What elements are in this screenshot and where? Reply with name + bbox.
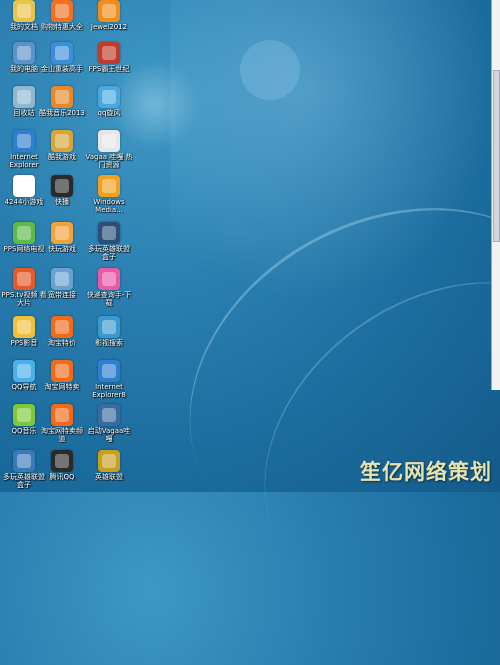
app-icon	[98, 0, 120, 22]
desktop-icon[interactable]: 淘宝特价	[38, 316, 86, 360]
desktop-icon-label: 购物特惠大全	[41, 23, 83, 31]
app-icon	[98, 360, 120, 382]
app-icon	[98, 268, 120, 290]
desktop-icon-label: Internet Explorer8	[92, 383, 126, 399]
desktop-icon[interactable]: 淘宝网特卖	[38, 360, 86, 404]
app-icon	[51, 0, 73, 22]
desktop-icon-label: 宽带连接	[48, 291, 76, 299]
watermark: 笙亿网络策划	[360, 460, 492, 484]
desktop-icon[interactable]: 英雄联盟	[85, 450, 133, 494]
app-icon	[13, 404, 35, 426]
desktop-icon[interactable]: Windows Media...	[85, 175, 133, 219]
desktop-icon-label: 多玩英雄联盟盒子	[88, 245, 130, 261]
desktop-icon[interactable]: 快玩游戏	[38, 222, 86, 266]
desktop-icon-label: 快玩游戏	[48, 245, 76, 253]
desktop-icon-label: 金山重装高手	[41, 65, 83, 73]
app-icon	[13, 130, 35, 152]
app-icon	[13, 316, 35, 338]
desktop-icon[interactable]: 快播	[38, 175, 86, 219]
desktop-icon[interactable]: 启动Vagaa哇嘎	[85, 404, 133, 448]
desktop-icon-label: 酷我游戏	[48, 153, 76, 161]
app-icon	[51, 86, 73, 108]
desktop-icon-label: 淘宝网特卖频道	[41, 427, 83, 443]
desktop-icon[interactable]: Jewel2012	[85, 0, 133, 44]
app-icon	[13, 268, 35, 290]
desktop-icon[interactable]: 腾讯QQ	[38, 450, 86, 494]
desktop-icon-label: 英雄联盟	[95, 473, 123, 481]
app-icon	[13, 222, 35, 244]
desktop-icon[interactable]: 影视搜索	[85, 316, 133, 360]
desktop-icon-label: 淘宝网特卖	[44, 383, 80, 391]
app-icon	[13, 86, 35, 108]
app-icon	[98, 404, 120, 426]
desktop-icon-label: Windows Media...	[93, 198, 125, 214]
desktop-icon-label: 快播	[55, 198, 69, 206]
desktop-icon[interactable]: 金山重装高手	[38, 42, 86, 86]
app-icon	[98, 222, 120, 244]
window-edge	[491, 0, 500, 390]
desktop-icon[interactable]: 购物特惠大全	[38, 0, 86, 44]
app-icon	[98, 316, 120, 338]
desktop-icon[interactable]: 酷我游戏	[38, 130, 86, 174]
app-icon	[13, 450, 35, 472]
desktop-icon-label: 启动Vagaa哇嘎	[87, 427, 131, 443]
desktop-icon-label: FPS霸王世纪	[88, 65, 130, 73]
desktop-icon-label: 酷我音乐2013	[39, 109, 85, 117]
desktop-icon-label: Jewel2012	[90, 23, 128, 31]
app-icon	[51, 42, 73, 64]
app-icon	[13, 0, 35, 22]
app-icon	[13, 42, 35, 64]
desktop-icon[interactable]: 酷我音乐2013	[38, 86, 86, 130]
app-icon	[51, 268, 73, 290]
app-icon	[51, 450, 73, 472]
app-icon	[13, 175, 35, 197]
app-icon	[98, 130, 120, 152]
app-icon	[98, 450, 120, 472]
desktop-icon-label: 快递查询手-下载	[86, 291, 132, 307]
desktop-icon[interactable]: Internet Explorer8	[85, 360, 133, 404]
desktop-icon[interactable]: Vagaa 哇嘎 热门资源	[85, 130, 133, 174]
desktop-icon-label: qq旋风	[97, 109, 121, 117]
app-icon	[98, 86, 120, 108]
desktop-icon-label: Vagaa 哇嘎 热门资源	[85, 153, 133, 169]
desktop-icon[interactable]: qq旋风	[85, 86, 133, 130]
desktop-icon[interactable]: FPS霸王世纪	[85, 42, 133, 86]
desktop-icon[interactable]: 淘宝网特卖频道	[38, 404, 86, 448]
app-icon	[13, 360, 35, 382]
desktop-icon[interactable]: 宽带连接	[38, 268, 86, 312]
desktop-icon-label: 淘宝特价	[48, 339, 76, 347]
desktop-icon-label: 腾讯QQ	[49, 473, 75, 481]
wallpaper-bubble	[240, 40, 300, 100]
app-icon	[51, 360, 73, 382]
desktop-icon[interactable]: 快递查询手-下载	[85, 268, 133, 312]
app-icon	[98, 42, 120, 64]
window-scrollbar[interactable]	[493, 70, 500, 242]
app-icon	[51, 222, 73, 244]
app-icon	[98, 175, 120, 197]
app-icon	[51, 316, 73, 338]
app-icon	[51, 130, 73, 152]
desktop-icon[interactable]: 多玩英雄联盟盒子	[85, 222, 133, 266]
app-icon	[51, 175, 73, 197]
desktop-icon-label: 影视搜索	[95, 339, 123, 347]
app-icon	[51, 404, 73, 426]
